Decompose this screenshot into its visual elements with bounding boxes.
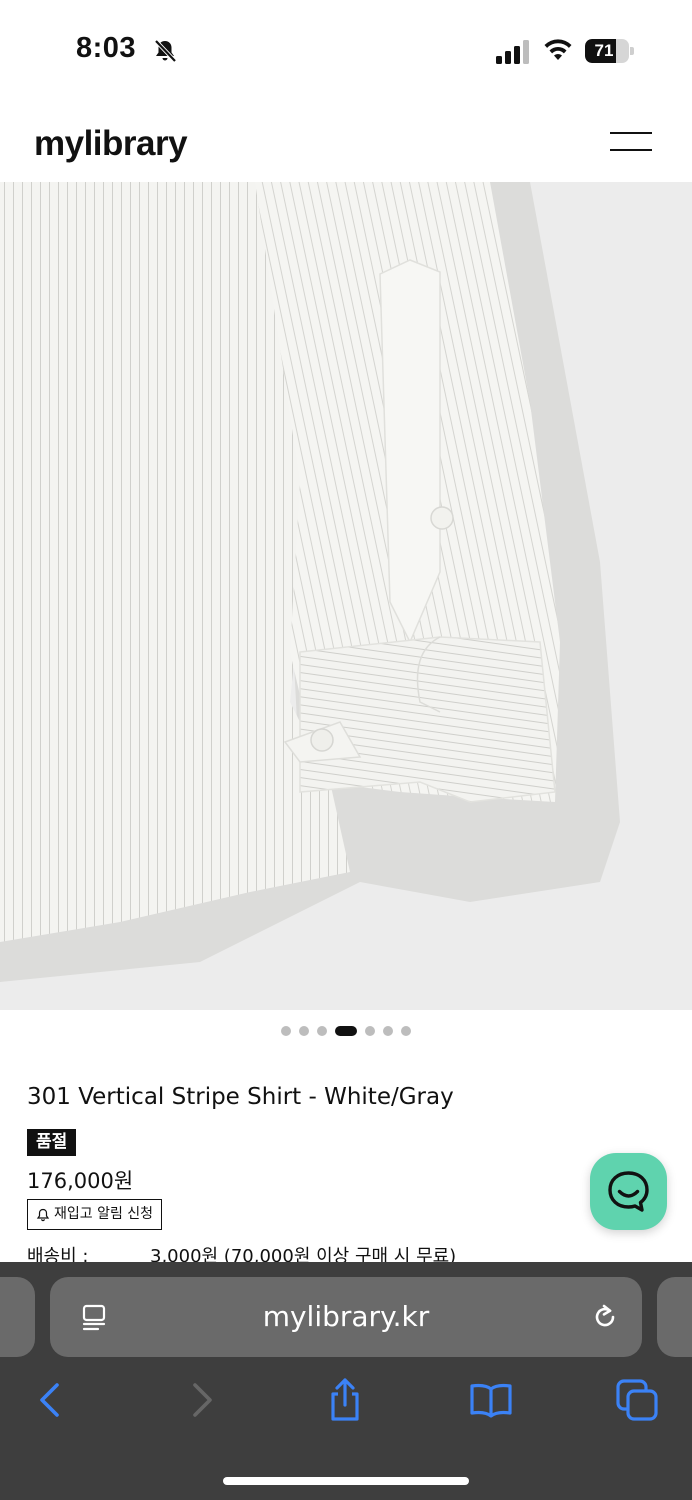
share-icon[interactable] [322, 1377, 368, 1423]
carousel-dot[interactable] [365, 1026, 375, 1036]
bell-slash-icon [154, 39, 177, 63]
carousel-dots[interactable] [0, 1026, 692, 1040]
status-time: 8:03 [76, 32, 137, 64]
carousel-dot[interactable] [335, 1026, 357, 1036]
battery-level: 71 [594, 41, 614, 60]
shipping-value: 3,000원 (70,000원 이상 구매 시 무료) [150, 1246, 457, 1262]
tabs-icon[interactable] [614, 1377, 660, 1423]
previous-tab-preview[interactable] [0, 1277, 35, 1357]
product-image[interactable] [0, 182, 692, 1010]
cellular-signal-icon [496, 40, 529, 64]
bell-icon [36, 1208, 50, 1221]
shipping-label: 배송비 : [27, 1246, 89, 1262]
home-indicator [223, 1477, 469, 1485]
carousel-dot[interactable] [401, 1026, 411, 1036]
carousel-dot[interactable] [317, 1026, 327, 1036]
reload-icon[interactable] [590, 1302, 620, 1332]
product-price: 176,000원 [27, 1169, 134, 1193]
shipping-row: 배송비 : 3,000원 (70,000원 이상 구매 시 무료) [27, 1240, 667, 1262]
hamburger-menu-icon[interactable] [610, 130, 652, 154]
chevron-left-icon[interactable] [28, 1377, 74, 1423]
status-bar: 8:03 71 [0, 0, 692, 100]
chevron-right-icon[interactable] [178, 1377, 224, 1423]
open-book-icon[interactable] [468, 1377, 514, 1423]
carousel-dot[interactable] [383, 1026, 393, 1036]
url-text: mylibrary.kr [262, 1300, 430, 1333]
site-logo[interactable]: mylibrary [34, 124, 188, 164]
wifi-icon [544, 39, 572, 60]
restock-alert-button[interactable]: 재입고 알림 신청 [27, 1199, 163, 1230]
next-tab-preview[interactable] [657, 1277, 692, 1357]
address-bar[interactable]: mylibrary.kr [50, 1277, 642, 1357]
chat-bubble-icon [608, 1171, 649, 1212]
product-title: 301 Vertical Stripe Shirt - White/Gray [27, 1084, 454, 1110]
chat-button[interactable] [590, 1153, 667, 1230]
restock-alert-label: 재입고 알림 신청 [54, 1206, 154, 1222]
site-header: mylibrary [0, 100, 692, 182]
browser-toolbar: mylibrary.kr [0, 1262, 692, 1500]
carousel-dot[interactable] [299, 1026, 309, 1036]
carousel-dot[interactable] [281, 1026, 291, 1036]
battery-icon: 71 [585, 39, 635, 63]
status-badge: 품절 [27, 1129, 77, 1156]
